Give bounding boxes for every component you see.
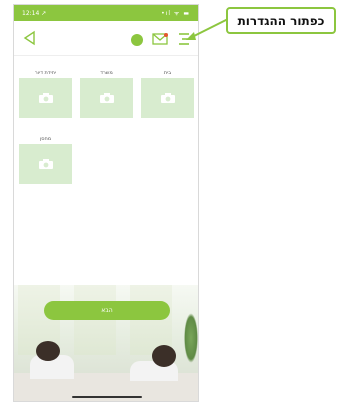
camera-icon xyxy=(38,159,53,169)
tile-housing-unit[interactable]: יחידת דיור xyxy=(19,69,72,118)
plant-shape xyxy=(184,313,198,363)
back-triangle-icon[interactable] xyxy=(22,30,38,46)
tile-label: בית xyxy=(163,70,172,76)
tile-home[interactable]: בית xyxy=(141,69,194,118)
top-toolbar xyxy=(14,23,198,53)
tile-photo-placeholder[interactable] xyxy=(19,78,72,118)
window-shape xyxy=(74,285,116,355)
tile-photo-placeholder[interactable] xyxy=(141,78,194,118)
status-time: 12:14 ↗ xyxy=(22,9,47,17)
mail-icon[interactable] xyxy=(152,33,168,45)
settings-callout: כפתור ההגדרות xyxy=(226,7,336,34)
next-button[interactable]: הבא xyxy=(44,301,170,320)
toolbar-divider xyxy=(14,55,198,56)
tile-photo-placeholder[interactable] xyxy=(80,78,133,118)
camera-icon xyxy=(38,93,53,103)
camera-icon xyxy=(99,93,114,103)
home-indicator xyxy=(72,396,142,398)
tile-label: מחסן xyxy=(39,136,52,142)
status-bar: 12:14 ↗ •ıl ᯤ ▬ xyxy=(14,5,198,21)
green-dot-icon[interactable] xyxy=(131,34,143,46)
tile-storage[interactable]: מחסן xyxy=(19,135,72,184)
phone-screen: 12:14 ↗ •ıl ᯤ ▬ בית משרד יחידת דיור מחסן… xyxy=(13,4,199,402)
tile-label: יחידת דיור xyxy=(34,70,57,76)
tile-office[interactable]: משרד xyxy=(80,69,133,118)
camera-icon xyxy=(160,93,175,103)
person-right-head xyxy=(152,345,176,367)
tile-photo-placeholder[interactable] xyxy=(19,144,72,184)
tile-label: משרד xyxy=(100,70,113,76)
person-left-head xyxy=(36,341,60,361)
